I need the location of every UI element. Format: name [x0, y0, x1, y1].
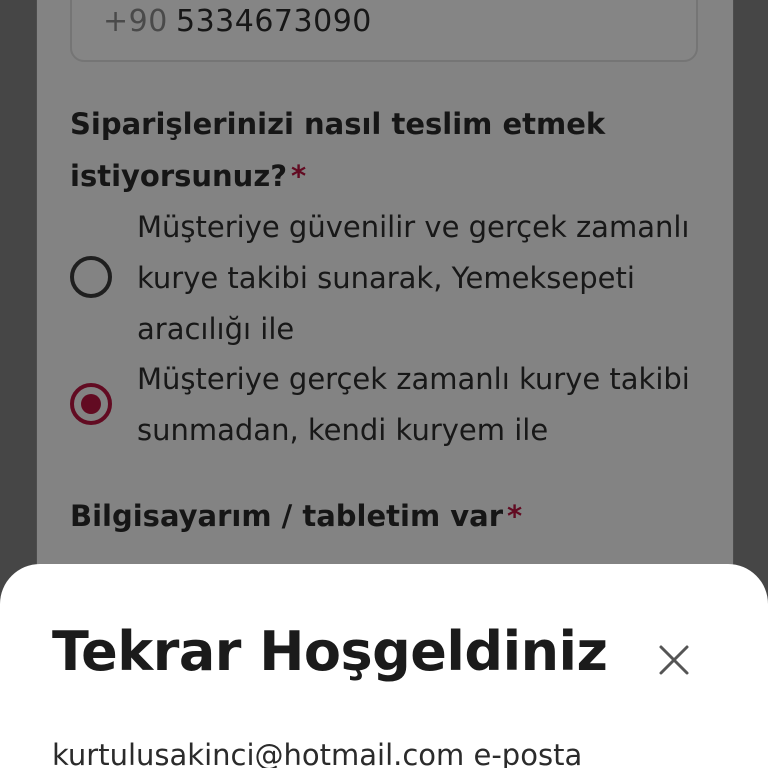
- close-icon-glyph: [659, 645, 689, 675]
- login-bottom-sheet: Tekrar Hoşgeldiniz kurtulusakinci@hotmai…: [0, 564, 768, 768]
- close-icon[interactable]: [652, 638, 696, 682]
- sheet-email-text: kurtulusakinci@hotmail.com e-posta: [52, 738, 583, 768]
- sheet-title: Tekrar Hoşgeldiniz: [52, 620, 608, 683]
